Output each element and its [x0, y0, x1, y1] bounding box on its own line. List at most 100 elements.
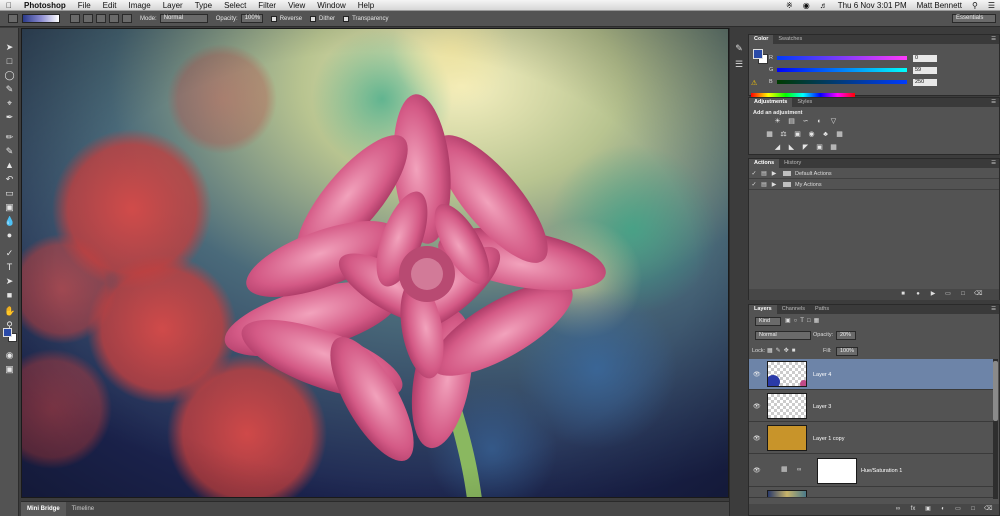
brush-tool-icon[interactable]: ✎ [4, 146, 15, 157]
photo-filter-icon[interactable]: ◉ [807, 131, 816, 139]
gradient-linear-button[interactable] [70, 14, 80, 23]
menu-image[interactable]: Image [122, 0, 156, 11]
healing-brush-tool-icon[interactable]: ✏ [4, 132, 15, 143]
gradient-diamond-button[interactable] [122, 14, 132, 23]
curves-icon[interactable]: ∽ [801, 118, 810, 126]
visibility-eye-icon[interactable]: 👁 [753, 435, 761, 442]
tool-preset-button[interactable] [8, 14, 18, 23]
tab-paths[interactable]: Paths [810, 305, 834, 314]
dither-checkbox[interactable] [310, 15, 317, 22]
add-mask-icon[interactable]: ▣ [924, 505, 932, 513]
black-white-icon[interactable]: ▣ [793, 131, 802, 139]
red-value[interactable]: 0 [913, 54, 937, 62]
path-select-tool-icon[interactable]: ➤ [4, 276, 15, 287]
visibility-eye-icon[interactable]: 👁 [753, 403, 761, 410]
tab-mini-bridge[interactable]: Mini Bridge [21, 502, 66, 516]
layer-row-hue-saturation-1[interactable]: 👁 ▦ ∞ Hue/Saturation 1 [749, 455, 993, 487]
opacity-field[interactable]: 100% [240, 14, 263, 23]
menu-type[interactable]: Type [189, 0, 218, 11]
panel-menu-icon[interactable]: ☰ [991, 35, 996, 44]
pen-tool-icon[interactable]: ✓ [4, 248, 15, 259]
tab-channels[interactable]: Channels [777, 305, 810, 314]
tab-layers[interactable]: Layers [749, 305, 777, 314]
delete-layer-icon[interactable]: ⌫ [984, 505, 992, 513]
layer-row-layer-1-copy[interactable]: 👁 Layer 1 copy [749, 423, 993, 454]
color-lookup-icon[interactable]: ▦ [835, 131, 844, 139]
green-value[interactable]: 59 [913, 66, 937, 74]
new-group-icon[interactable]: ▭ [954, 505, 962, 513]
red-slider[interactable] [777, 56, 907, 60]
type-tool-icon[interactable]: T [4, 262, 15, 273]
toggle-check-icon[interactable]: ✓ [749, 170, 759, 177]
workspace-select[interactable]: Essentials [952, 14, 996, 23]
menu-file[interactable]: File [72, 0, 97, 11]
green-slider[interactable] [777, 68, 907, 72]
panel-menu-icon[interactable]: ☰ [991, 159, 996, 168]
layer-row-layer-3[interactable]: 👁 Layer 3 [749, 391, 993, 422]
invert-icon[interactable]: ◢ [773, 144, 782, 152]
toggle-check-icon[interactable]: ✓ [749, 181, 759, 188]
shape-tool-icon[interactable]: ■ [4, 290, 15, 301]
marquee-tool-icon[interactable]: □ [4, 56, 15, 67]
layer-row-partial[interactable] [749, 488, 993, 498]
tab-history[interactable]: History [779, 159, 806, 168]
mode-select[interactable]: Normal [159, 14, 208, 23]
tab-adjustments[interactable]: Adjustments [749, 98, 793, 107]
history-panel-icon[interactable]: ✎ [733, 42, 745, 54]
exposure-icon[interactable]: ◐ [815, 118, 824, 126]
visibility-eye-icon[interactable]: 👁 [753, 467, 761, 474]
layer-row-layer-4[interactable]: 👁 Layer 4 [749, 359, 993, 390]
menu-filter[interactable]: Filter [252, 0, 282, 11]
layer-style-icon[interactable]: fx [909, 505, 917, 513]
trash-icon[interactable]: ⌫ [974, 290, 982, 298]
expand-triangle-icon[interactable]: ▶ [769, 181, 779, 188]
stop-icon[interactable]: ■ [899, 290, 907, 298]
color-balance-icon[interactable]: ⚖ [779, 131, 788, 139]
vibrance-icon[interactable]: ▽ [829, 118, 838, 126]
new-set-icon[interactable]: ▭ [944, 290, 952, 298]
tab-color[interactable]: Color [749, 35, 774, 44]
visibility-eye-icon[interactable]: 👁 [753, 371, 761, 378]
user-name[interactable]: Matt Bennett [912, 0, 967, 11]
chain-link-icon[interactable]: ∞ [797, 467, 801, 473]
tab-swatches[interactable]: Swatches [773, 35, 807, 44]
gradient-angle-button[interactable] [96, 14, 106, 23]
action-set-row[interactable]: ✓ ▤ ▶ Default Actions [749, 169, 999, 179]
action-set-row[interactable]: ✓ ▤ ▶ My Actions [749, 180, 999, 190]
crop-tool-icon[interactable]: ⌖ [4, 98, 15, 109]
blue-value[interactable]: 250 [913, 78, 937, 86]
clone-stamp-tool-icon[interactable]: ▲ [4, 160, 15, 171]
menu-layer[interactable]: Layer [157, 0, 189, 11]
blend-mode-select[interactable]: Normal [755, 331, 811, 340]
list-icon[interactable]: ☰ [983, 0, 1000, 11]
eyedropper-tool-icon[interactable]: ✒ [4, 112, 15, 123]
foreground-color-swatch[interactable] [3, 328, 12, 337]
panel-menu-icon[interactable]: ☰ [991, 98, 996, 107]
blur-tool-icon[interactable]: 💧 [4, 216, 15, 227]
layers-scrollbar[interactable] [993, 359, 998, 499]
clock[interactable]: Thu 6 Nov 3:01 PM [833, 0, 912, 11]
gradient-picker[interactable] [22, 14, 60, 23]
brightness-contrast-icon[interactable]: ☀ [773, 118, 782, 126]
history-brush-tool-icon[interactable]: ↶ [4, 174, 15, 185]
gradient-tool-icon[interactable]: ▣ [4, 202, 15, 213]
threshold-icon[interactable]: ◤ [801, 144, 810, 152]
layer-filter-select[interactable]: Kind [755, 317, 781, 326]
volume-icon[interactable]: ♬ [815, 0, 833, 11]
channel-mixer-icon[interactable]: ♣ [821, 131, 830, 139]
menu-help[interactable]: Help [352, 0, 380, 11]
menu-edit[interactable]: Edit [97, 0, 123, 11]
hand-tool-icon[interactable]: ✋ [4, 306, 15, 317]
new-action-icon[interactable]: □ [959, 290, 967, 298]
screen-mode-icon[interactable]: ▣ [4, 364, 15, 375]
lock-icons[interactable]: ▦✎✥■ [767, 347, 798, 354]
gradient-radial-button[interactable] [83, 14, 93, 23]
posterize-icon[interactable]: ◣ [787, 144, 796, 152]
reverse-checkbox[interactable] [270, 15, 277, 22]
layer-mask-thumbnail[interactable] [817, 458, 857, 484]
dialog-toggle-icon[interactable]: ▤ [759, 170, 769, 177]
record-icon[interactable]: ● [914, 290, 922, 298]
panel-menu-icon[interactable]: ☰ [991, 305, 996, 314]
gradient-reflected-button[interactable] [109, 14, 119, 23]
tab-actions[interactable]: Actions [749, 159, 780, 168]
